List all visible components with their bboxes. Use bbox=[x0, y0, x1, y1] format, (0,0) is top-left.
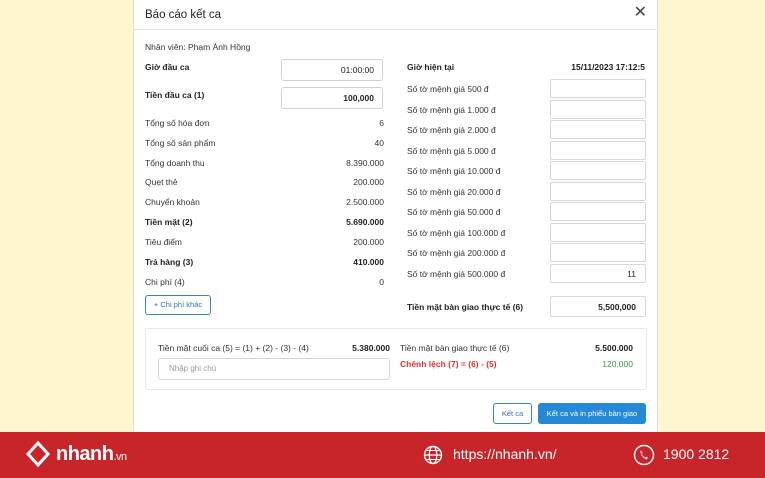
brand-name: nhanh bbox=[56, 443, 114, 465]
modal-title: Báo cáo kết ca bbox=[145, 9, 222, 21]
end-cash-label: Tiền mặt cuối ca (5) = (1) + (2) - (3) -… bbox=[158, 343, 309, 353]
left-summary-value: 200.000 bbox=[353, 237, 384, 247]
denomination-count-input[interactable] bbox=[550, 120, 646, 139]
denomination-label: Số tờ mệnh giá 10.000 đ bbox=[407, 166, 501, 176]
denomination-count-input[interactable] bbox=[550, 99, 646, 119]
denomination-count-input[interactable] bbox=[550, 140, 646, 160]
end-shift-print-button[interactable]: Kết ca và in phiếu bàn giao bbox=[538, 403, 646, 424]
add-expense-button[interactable]: + Chi phí khác bbox=[145, 295, 211, 315]
left-summary-label: Tiền mặt (2) bbox=[145, 217, 193, 227]
left-summary-label: Tổng số sản phẩm bbox=[145, 138, 216, 148]
shift-report-modal: Báo cáo kết ca ✕ Nhân viên: Phạm Ánh Hồn… bbox=[133, 0, 658, 432]
handover-input[interactable]: 5,500,000 bbox=[550, 296, 646, 317]
start-time-input[interactable]: 01:00:00 bbox=[281, 59, 383, 81]
footer-url[interactable]: https://nhanh.vn/ bbox=[453, 446, 557, 462]
denomination-label: Số tờ mệnh giá 100.000 đ bbox=[407, 227, 506, 238]
left-summary-label: Tổng doanh thu bbox=[145, 158, 205, 168]
left-summary-label: Trả hàng (3) bbox=[145, 257, 194, 267]
left-summary-label: Quẹt thẻ bbox=[145, 177, 178, 187]
staff-name: Nhân viên: Phạm Ánh Hồng bbox=[145, 42, 251, 52]
left-summary-value: 5.690.000 bbox=[346, 217, 384, 227]
end-shift-button[interactable]: Kết ca bbox=[493, 403, 532, 424]
denomination-label: Số tờ mệnh giá 200.000 đ bbox=[407, 248, 506, 258]
left-summary-label: Tổng số hóa đơn bbox=[145, 118, 210, 128]
left-summary-label: Chuyển khoản bbox=[145, 197, 200, 207]
summary-handover-value: 5.500.000 bbox=[595, 343, 633, 353]
end-cash-value: 5.380.000 bbox=[352, 343, 390, 353]
left-summary-value: 8.390.000 bbox=[346, 158, 384, 168]
denomination-count-input[interactable] bbox=[550, 161, 646, 180]
left-summary-value: 200.000 bbox=[353, 177, 384, 187]
denomination-label: Số tờ mệnh giá 500.000 đ bbox=[407, 268, 506, 279]
diff-label: Chênh lệch (7) = (6) - (5) bbox=[400, 359, 497, 369]
globe-icon bbox=[423, 445, 443, 465]
left-summary-value: 0 bbox=[379, 277, 384, 287]
denomination-label: Số tờ mệnh giá 50.000 đ bbox=[407, 207, 501, 217]
summary-box: Tiền mặt cuối ca (5) = (1) + (2) - (3) -… bbox=[145, 328, 647, 390]
denomination-count-input[interactable] bbox=[550, 202, 646, 221]
start-time-label: Giờ đầu ca bbox=[145, 62, 190, 72]
current-time-label: Giờ hiện tại bbox=[407, 62, 455, 72]
left-summary-value: 2.500.000 bbox=[346, 197, 384, 207]
modal-header: Báo cáo kết ca ✕ bbox=[134, 0, 657, 30]
handover-label: Tiền mặt bàn giao thực tế (6) bbox=[407, 302, 524, 312]
denomination-label: Số tờ mệnh giá 500 đ bbox=[407, 84, 489, 94]
left-summary-value: 6 bbox=[379, 118, 384, 128]
denomination-count-input[interactable] bbox=[550, 181, 646, 201]
current-time-value: 15/11/2023 17:12:5 bbox=[571, 62, 645, 72]
denomination-label: Số tờ mệnh giá 5.000 đ bbox=[407, 145, 496, 156]
phone-icon bbox=[633, 444, 655, 466]
left-summary-label: Chi phí (4) bbox=[145, 277, 185, 287]
denomination-label: Số tờ mệnh giá 20.000 đ bbox=[407, 186, 501, 197]
left-summary-value: 410.000 bbox=[353, 257, 384, 267]
summary-handover-label: Tiền mặt bàn giao thực tế (6) bbox=[400, 343, 510, 353]
close-icon[interactable]: ✕ bbox=[634, 5, 647, 21]
brand-suffix: .vn bbox=[113, 451, 128, 463]
left-summary-value: 40 bbox=[374, 138, 384, 148]
start-cash-input[interactable]: 100,000 bbox=[281, 87, 383, 109]
left-summary-label: Tiêu điểm bbox=[145, 237, 183, 247]
footer-banner: nhanh.vn https://nhanh.vn/ 1900 2812 bbox=[0, 432, 765, 478]
denomination-label: Số tờ mệnh giá 1.000 đ bbox=[407, 104, 496, 115]
footer-phone[interactable]: 1900 2812 bbox=[663, 446, 729, 462]
denomination-count-input[interactable] bbox=[550, 243, 646, 262]
denomination-count-input[interactable] bbox=[550, 222, 646, 242]
denomination-count-input[interactable] bbox=[550, 79, 646, 98]
note-input[interactable]: Nhập ghi chú bbox=[158, 358, 390, 380]
denomination-label: Số tờ mệnh giá 2.000 đ bbox=[407, 125, 496, 135]
start-cash-label: Tiền đầu ca (1) bbox=[145, 90, 205, 100]
brand-logo: nhanh.vn bbox=[56, 443, 127, 466]
diff-value: 120.000 bbox=[602, 359, 633, 369]
nhanh-logo-icon bbox=[25, 440, 51, 468]
denomination-count-input[interactable]: 11 bbox=[550, 263, 646, 283]
